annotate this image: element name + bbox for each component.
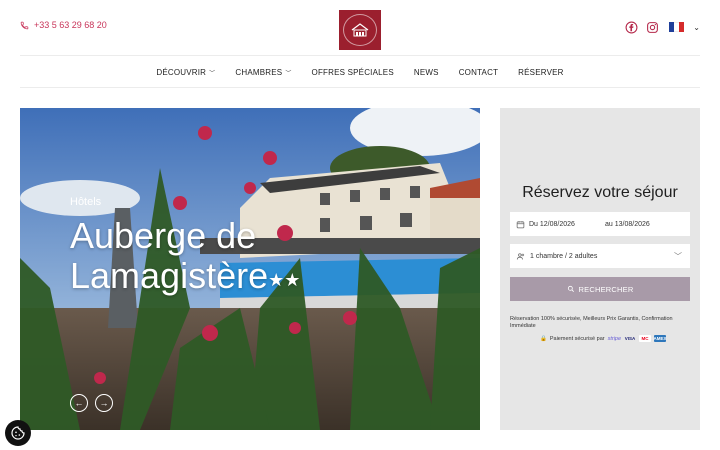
date-range-field[interactable]: Du 12/08/2026 au 13/08/2026 [510, 212, 690, 236]
nav-item-contact[interactable]: CONTACT [459, 68, 498, 77]
booking-title: Réservez votre séjour [522, 184, 678, 201]
date-to: au 13/08/2026 [605, 220, 650, 228]
nav-label: DÉCOUVRIR [156, 67, 207, 77]
booking-guarantee-note: Réservation 100% sécurisée, Meilleurs Pr… [510, 316, 673, 329]
main-nav: DÉCOUVRIR ﹀ CHAMBRES ﹀ OFFRES SPÉCIALES … [0, 56, 720, 88]
search-icon [567, 285, 574, 292]
nav-item-reserver[interactable]: RÉSERVER [518, 68, 563, 77]
nav-label: NEWS [413, 67, 439, 77]
fr-flag-icon[interactable] [669, 22, 685, 32]
top-bar: +33 5 63 29 68 20 ⌄ [0, 0, 720, 56]
hero-banner: Hôtels Auberge de Lamagistère★★ ← → [20, 108, 480, 430]
chevron-down-icon[interactable]: ⌄ [693, 23, 700, 32]
payment-info: 🔒 Paiement sécurisé par stripe VISA MC A… [540, 335, 667, 342]
search-button-label: RECHERCHER [578, 284, 634, 294]
amex-card-icon: AMEX [653, 335, 667, 342]
nav-label: OFFRES SPÉCIALES [311, 67, 394, 77]
guests-value: 1 chambre / 2 adultes [530, 252, 598, 260]
people-icon [516, 252, 525, 260]
social-links: ⌄ [624, 20, 700, 34]
facebook-icon[interactable] [624, 20, 638, 34]
mastercard-icon: MC [639, 335, 652, 342]
hero-title-text: Auberge de Lamagistère [70, 215, 269, 296]
nav-label: RÉSERVER [518, 67, 564, 77]
chevron-down-icon: ﹀ [674, 251, 682, 261]
house-logo-icon [351, 23, 369, 37]
phone-icon [20, 21, 29, 29]
calendar-icon [516, 220, 525, 228]
date-from: Du 12/08/2026 [529, 220, 575, 228]
phone-number: +33 5 63 29 68 20 [34, 20, 107, 30]
nav-item-offres[interactable]: OFFRES SPÉCIALES [312, 68, 394, 77]
cookie-icon [11, 426, 25, 440]
nav-item-chambres[interactable]: CHAMBRES ﹀ [235, 68, 291, 77]
visa-card-icon: VISA [624, 336, 636, 341]
chevron-down-icon: ﹀ [285, 70, 292, 77]
cookie-settings-button[interactable] [5, 420, 31, 446]
hero-subtitle: Hôtels [70, 196, 102, 208]
chevron-down-icon: ﹀ [209, 70, 216, 77]
instagram-icon[interactable] [645, 20, 659, 34]
stripe-logo: stripe [607, 335, 622, 342]
guests-select[interactable]: 1 chambre / 2 adultes ﹀ [510, 244, 690, 268]
arrow-right-icon[interactable]: → [95, 394, 113, 412]
payment-label: Paiement sécurisé par [549, 335, 605, 342]
nav-label: CONTACT [458, 67, 499, 77]
nav-label: CHAMBRES [235, 67, 283, 77]
arrow-left-icon[interactable]: ← [70, 394, 88, 412]
hotel-stars: ★★ [268, 270, 301, 290]
phone-link[interactable]: +33 5 63 29 68 20 [20, 20, 107, 30]
booking-panel: Réservez votre séjour Du 12/08/2026 au 1… [500, 108, 700, 430]
site-logo[interactable] [339, 10, 381, 50]
nav-item-news[interactable]: NEWS [414, 68, 439, 77]
nav-item-decouvrir[interactable]: DÉCOUVRIR ﹀ [156, 68, 215, 77]
search-button[interactable]: RECHERCHER [510, 277, 690, 301]
lock-icon: 🔒 [540, 335, 547, 342]
nav-divider [20, 87, 700, 88]
hero-title: Auberge de Lamagistère★★ [70, 216, 430, 296]
